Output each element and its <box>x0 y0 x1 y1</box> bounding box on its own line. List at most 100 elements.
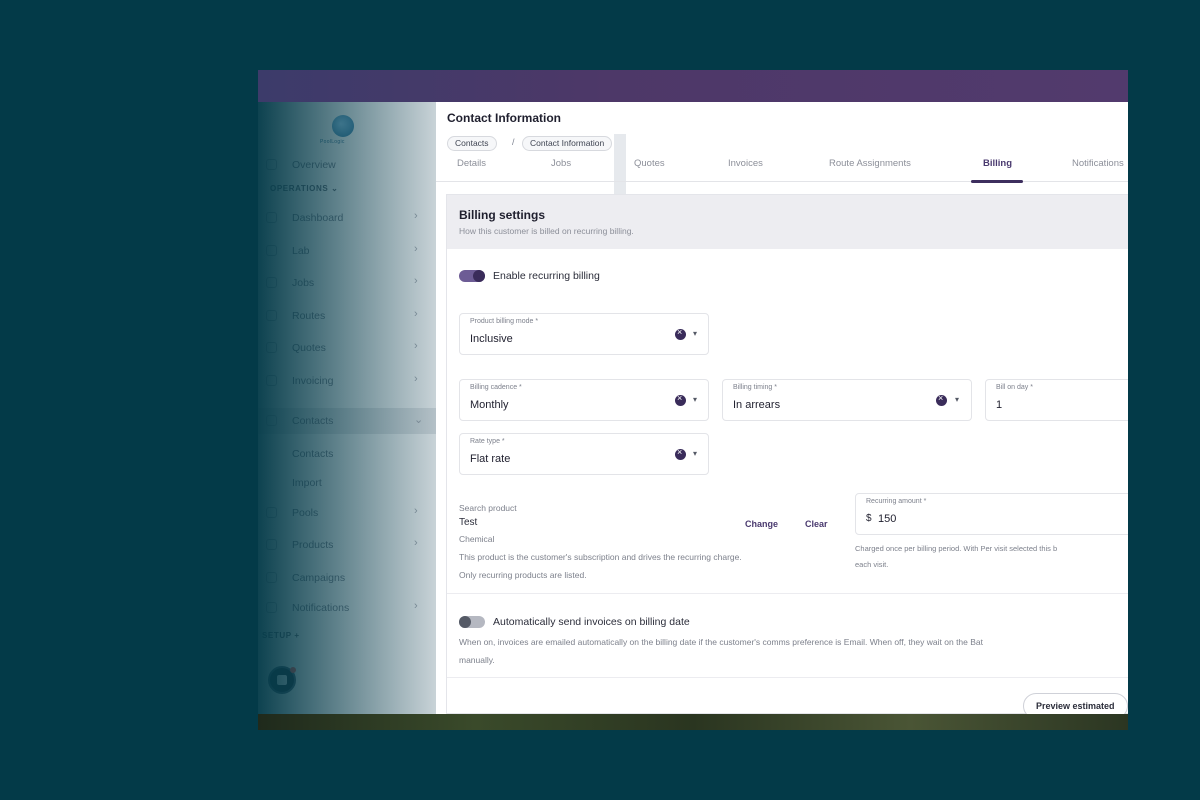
overview-icon <box>266 159 277 170</box>
currency-symbol: $ <box>866 513 872 524</box>
preview-estimated-button[interactable]: Preview estimated <box>1023 693 1128 714</box>
avatar-image <box>277 675 287 685</box>
active-tab-indicator <box>971 180 1023 183</box>
amount-help-text: Charged once per billing period. With Pe… <box>855 544 1058 553</box>
chevron-right-icon: › <box>414 340 418 352</box>
card-header: Billing settings How this customer is bi… <box>447 195 1128 249</box>
contacts-search-icon <box>266 415 277 426</box>
page-title: Contact Information <box>447 111 561 125</box>
amount-help-text-2: each visit. <box>855 560 889 569</box>
billing-settings-card: Billing settings How this customer is bi… <box>446 194 1128 714</box>
tab-details[interactable]: Details <box>457 158 486 169</box>
card-title: Billing settings <box>459 208 546 222</box>
clear-icon[interactable] <box>675 393 686 406</box>
sidebar-item-products[interactable]: Products › <box>258 532 436 558</box>
product-billing-mode-select[interactable]: Product billing mode * Inclusive ▾ <box>459 313 709 355</box>
chevron-down-icon[interactable]: ▾ <box>693 395 697 404</box>
auto-send-help-text: When on, invoices are emailed automatica… <box>459 637 983 647</box>
logo-icon[interactable] <box>332 115 354 137</box>
bill-on-day-input[interactable]: Bill on day * 1 <box>985 379 1128 421</box>
chevron-right-icon: › <box>414 210 418 222</box>
sidebar-item-invoicing[interactable]: Invoicing › <box>258 368 436 394</box>
clear-product-button[interactable]: Clear <box>805 519 828 529</box>
chevron-down-icon: ⌄ <box>414 414 424 426</box>
quotes-icon <box>266 342 277 353</box>
background-photo-strip <box>258 714 1128 730</box>
user-avatar[interactable] <box>268 666 296 694</box>
tab-invoices[interactable]: Invoices <box>728 158 763 169</box>
section-setup[interactable]: SETUP + <box>262 631 300 640</box>
billing-cadence-select[interactable]: Billing cadence * Monthly ▾ <box>459 379 709 421</box>
clear-icon[interactable] <box>675 327 686 340</box>
sidebar-subitem-import[interactable]: Import <box>258 470 436 496</box>
tab-route-assignments[interactable]: Route Assignments <box>829 158 911 169</box>
chevron-right-icon: › <box>414 537 418 549</box>
sidebar-item-notifications[interactable]: Notifications › <box>258 595 436 621</box>
sidebar-item-dashboard[interactable]: Dashboard › <box>258 205 436 231</box>
chevron-right-icon: › <box>414 373 418 385</box>
sidebar-item-jobs[interactable]: Jobs › <box>258 270 436 296</box>
clear-icon[interactable] <box>675 447 686 460</box>
tab-jobs[interactable]: Jobs <box>551 158 571 169</box>
auto-send-invoices-toggle[interactable] <box>459 616 485 628</box>
pools-icon <box>266 507 277 518</box>
chevron-right-icon: › <box>414 308 418 320</box>
auto-send-help-text-2: manually. <box>459 655 495 665</box>
main-content: Contact Information Contacts / Contact I… <box>436 102 1128 714</box>
rate-type-select[interactable]: Rate type * Flat rate ▾ <box>459 433 709 475</box>
collapse-icon: ⌄ <box>331 184 339 193</box>
sidebar-item-contacts[interactable]: Contacts ⌄ <box>258 408 436 434</box>
sidebar-item-lab[interactable]: Lab › <box>258 238 436 264</box>
sidebar-item-quotes[interactable]: Quotes › <box>258 335 436 361</box>
lab-icon <box>266 245 277 256</box>
notifications-icon <box>266 602 277 613</box>
tab-billing[interactable]: Billing <box>983 158 1012 169</box>
breadcrumb-contacts[interactable]: Contacts <box>447 136 497 151</box>
product-help-text-2: Only recurring products are listed. <box>459 570 587 580</box>
invoicing-icon <box>266 375 277 386</box>
billing-timing-select[interactable]: Billing timing * In arrears ▾ <box>722 379 972 421</box>
sidebar-item-routes[interactable]: Routes › <box>258 303 436 329</box>
chevron-right-icon: › <box>414 505 418 517</box>
notification-dot <box>290 667 296 673</box>
tab-notifications[interactable]: Notifications <box>1072 158 1124 169</box>
product-name: Test <box>459 517 478 528</box>
chevron-down-icon[interactable]: ▾ <box>955 395 959 404</box>
tab-divider <box>436 181 1128 182</box>
change-product-button[interactable]: Change <box>745 519 778 529</box>
routes-icon <box>266 310 277 321</box>
sidebar: PoolLogic Overview OPERATIONS ⌄ Dashboar… <box>258 102 436 714</box>
chevron-down-icon[interactable]: ▾ <box>693 329 697 338</box>
top-bar <box>258 70 1128 102</box>
product-help-text: This product is the customer's subscript… <box>459 552 742 562</box>
products-icon <box>266 539 277 550</box>
sidebar-item-campaigns[interactable]: Campaigns <box>258 565 436 591</box>
jobs-icon <box>266 277 277 288</box>
chevron-right-icon: › <box>414 275 418 287</box>
divider <box>447 593 1128 594</box>
chevron-down-icon[interactable]: ▾ <box>693 449 697 458</box>
divider <box>447 677 1128 678</box>
sidebar-item-pools[interactable]: Pools › <box>258 500 436 526</box>
clear-icon[interactable] <box>936 393 947 406</box>
tab-quotes[interactable]: Quotes <box>634 158 665 169</box>
sidebar-item-overview[interactable]: Overview <box>258 152 436 178</box>
recurring-amount-input[interactable]: Recurring amount * $ 150 <box>855 493 1128 535</box>
plus-icon: + <box>294 631 300 640</box>
card-subtitle: How this customer is billed on recurring… <box>459 226 634 236</box>
dashboard-icon <box>266 212 277 223</box>
product-category: Chemical <box>459 534 495 544</box>
sidebar-subitem-contacts[interactable]: Contacts <box>258 441 436 467</box>
recurring-billing-toggle[interactable] <box>459 270 485 282</box>
breadcrumb-contact-information[interactable]: Contact Information <box>522 136 613 151</box>
auto-send-invoices-label: Automatically send invoices on billing d… <box>493 616 690 628</box>
search-product-label: Search product <box>459 503 517 513</box>
chevron-right-icon: › <box>414 600 418 612</box>
app-window: PoolLogic Overview OPERATIONS ⌄ Dashboar… <box>258 70 1128 730</box>
recurring-billing-label: Enable recurring billing <box>493 270 600 282</box>
amount-value: 150 <box>878 513 897 525</box>
campaigns-icon <box>266 572 277 583</box>
chevron-right-icon: › <box>414 243 418 255</box>
logo-text: PoolLogic <box>320 139 345 145</box>
section-operations[interactable]: OPERATIONS ⌄ <box>270 184 338 193</box>
